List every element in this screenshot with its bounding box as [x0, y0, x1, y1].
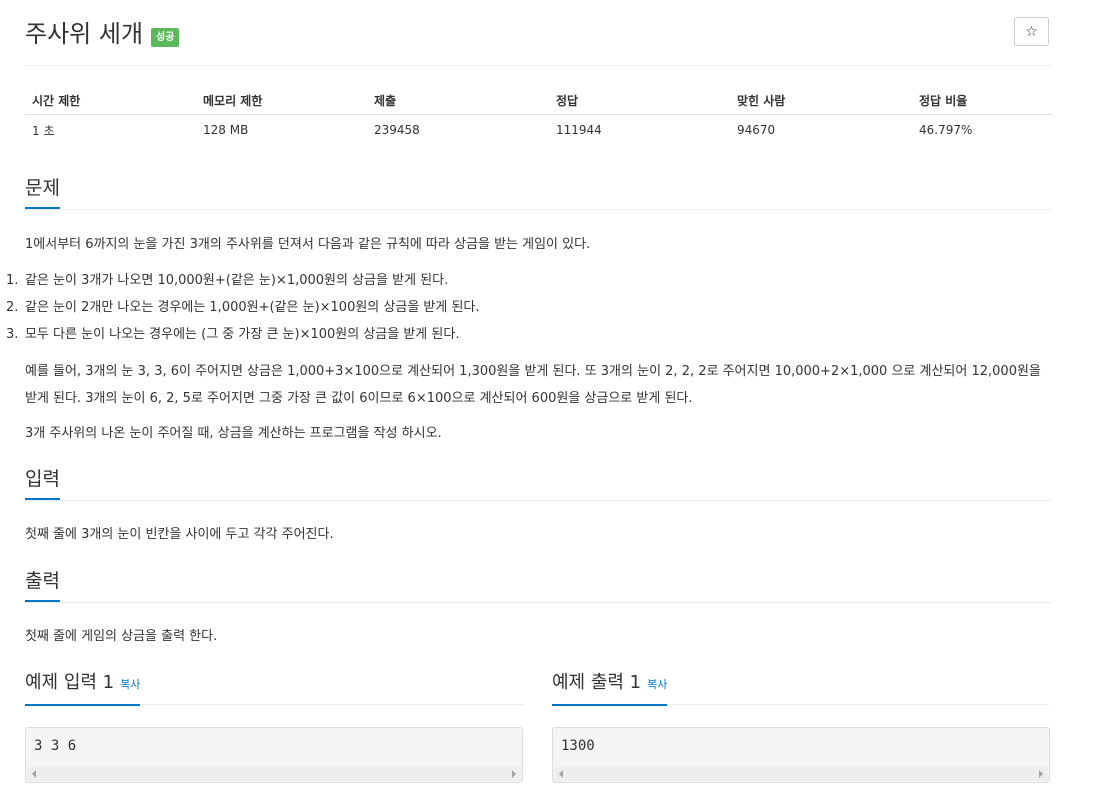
- info-header-accepted: 정답: [549, 86, 730, 115]
- favorite-button[interactable]: ☆: [1014, 17, 1049, 46]
- input-description: 첫째 줄에 3개의 눈이 빈칸을 사이에 두고 각각 주어진다.: [25, 527, 334, 542]
- sample-input-scrollbar[interactable]: [27, 767, 521, 781]
- rule-number: 1.: [6, 273, 19, 288]
- rule-item: 2. 같은 눈이 2개만 나오는 경우에는 1,000원+(같은 눈)×100원…: [6, 294, 480, 321]
- rule-number: 3.: [6, 327, 19, 342]
- sample-output-title: 예제 출력 1: [552, 672, 642, 693]
- output-heading: 출력: [25, 568, 60, 602]
- copy-sample-output-button[interactable]: 복사: [647, 678, 667, 691]
- title-row: 주사위 세개 성공: [25, 17, 180, 51]
- scroll-left-icon[interactable]: [559, 770, 563, 778]
- sample-output-content: 1300: [561, 738, 595, 754]
- info-value-time-limit: 1 초: [32, 123, 55, 138]
- info-value-solvers: 94670: [737, 123, 776, 137]
- info-value-accepted: 111944: [556, 123, 602, 137]
- problem-task: 3개 주사위의 나온 눈이 주어질 때, 상금을 계산하는 프로그램을 작성 하…: [25, 426, 442, 441]
- sample-input-box[interactable]: 3 3 6: [25, 727, 523, 783]
- info-header-solvers: 맞힌 사람: [730, 86, 912, 115]
- problem-section-header: 문제: [25, 175, 1051, 210]
- problem-title: 주사위 세개: [25, 20, 144, 48]
- rule-text: 같은 눈이 2개만 나오는 경우에는 1,000원+(같은 눈)×100원의 상…: [25, 300, 480, 315]
- scroll-right-icon[interactable]: [1039, 770, 1043, 778]
- output-section-header: 출력: [25, 568, 1051, 603]
- info-header-memory-limit: 메모리 제한: [196, 86, 367, 115]
- info-value-ratio: 46.797%: [919, 123, 973, 137]
- sample-input-content: 3 3 6: [34, 738, 77, 754]
- sample-output-box[interactable]: 1300: [552, 727, 1050, 783]
- sample-output-heading: 예제 출력 1 복사: [552, 670, 668, 706]
- sample-output-scrollbar[interactable]: [554, 767, 1048, 781]
- rule-item: 1. 같은 눈이 3개가 나오면 10,000원+(같은 눈)×1,000원의 …: [6, 267, 480, 294]
- sample-input-title: 예제 입력 1: [25, 672, 115, 693]
- problem-example: 예를 들어, 3개의 눈 3, 3, 6이 주어지면 상금은 1,000+3×1…: [25, 364, 1041, 406]
- copy-sample-input-button[interactable]: 복사: [120, 678, 140, 691]
- info-header-time-limit: 시간 제한: [25, 86, 196, 115]
- info-header-ratio: 정답 비율: [912, 86, 1051, 115]
- output-description: 첫째 줄에 게임의 상금을 출력 한다.: [25, 629, 218, 644]
- rule-item: 3. 모두 다른 눈이 나오는 경우에는 (그 중 가장 큰 눈)×100원의 …: [6, 321, 480, 348]
- status-badge: 성공: [151, 27, 180, 47]
- info-header-submissions: 제출: [367, 86, 549, 115]
- sample-output-panel: 예제 출력 1 복사 1300: [552, 670, 1050, 783]
- scroll-right-icon[interactable]: [512, 770, 516, 778]
- problem-intro: 1에서부터 6까지의 눈을 가진 3개의 주사위를 던져서 다음과 같은 규칙에…: [25, 237, 591, 252]
- star-icon: ☆: [1025, 23, 1038, 40]
- input-section-header: 입력: [25, 466, 1051, 501]
- header-divider: [25, 65, 1051, 66]
- sample-input-header: 예제 입력 1 복사: [25, 670, 523, 706]
- sample-input-panel: 예제 입력 1 복사 3 3 6: [25, 670, 523, 783]
- rule-text: 같은 눈이 3개가 나오면 10,000원+(같은 눈)×1,000원의 상금을…: [25, 273, 449, 288]
- problem-heading: 문제: [25, 175, 60, 209]
- rules-list: 1. 같은 눈이 3개가 나오면 10,000원+(같은 눈)×1,000원의 …: [6, 267, 480, 348]
- scroll-left-icon[interactable]: [32, 770, 36, 778]
- info-header-row: 시간 제한 메모리 제한 제출 정답 맞힌 사람 정답 비율: [25, 86, 1051, 115]
- sample-input-heading: 예제 입력 1 복사: [25, 670, 141, 706]
- input-heading: 입력: [25, 466, 60, 500]
- rule-number: 2.: [6, 300, 19, 315]
- info-value-submissions: 239458: [374, 123, 420, 137]
- rule-text: 모두 다른 눈이 나오는 경우에는 (그 중 가장 큰 눈)×100원의 상금을…: [25, 327, 460, 342]
- problem-info-table: 시간 제한 메모리 제한 제출 정답 맞힌 사람 정답 비율 1 초 128 M…: [25, 86, 1051, 145]
- sample-output-header: 예제 출력 1 복사: [552, 670, 1050, 706]
- info-value-row: 1 초 128 MB 239458 111944 94670 46.797%: [25, 115, 1051, 146]
- info-value-memory-limit: 128 MB: [203, 123, 249, 137]
